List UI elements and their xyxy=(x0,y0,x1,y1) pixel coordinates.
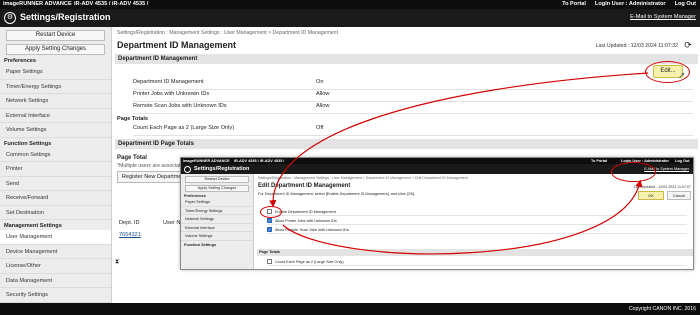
inset-last-updated: Last Updated : 12/03 2024 11:07:07 xyxy=(633,185,691,189)
page-total-label: Page Total xyxy=(117,155,147,161)
checkbox-checked-icon[interactable]: ✓ xyxy=(267,227,272,232)
inset-nav-item[interactable]: Volume Settings xyxy=(181,232,253,241)
note-text: *Multiple users are associated xyxy=(117,163,187,169)
inset-checkbox-row[interactable]: Enable Department ID Management xyxy=(267,208,687,216)
sidebar-item-security[interactable]: Security Settings xyxy=(0,288,111,303)
inset-sidebar: Restart Device Apply Setting Changes Pre… xyxy=(181,174,254,269)
inset-checkbox-label: Allow Printer Jobs with Unknown IDs xyxy=(275,218,337,223)
title-bar: ⚙ Settings/Registration E-Mail to System… xyxy=(0,9,700,27)
inset-checkbox-row[interactable]: ✓ Allow Remote Scan Jobs with Unknown ID… xyxy=(267,226,687,234)
inset-ok-button[interactable]: OK xyxy=(638,191,664,200)
login-user-label: Login User : Administrator xyxy=(594,1,666,7)
inset-title: Settings/Registration xyxy=(194,166,250,172)
setting-value: Off xyxy=(316,125,324,131)
setting-label: Department ID Management xyxy=(133,79,204,85)
sidebar-item-device-management[interactable]: Device Management xyxy=(0,245,111,259)
setting-row: Department ID Management On xyxy=(133,79,693,90)
to-portal-link[interactable]: To Portal xyxy=(562,0,586,9)
inset-checkbox-label: Enable Department ID Management xyxy=(275,209,336,214)
sidebar-item-license-other[interactable]: License/Other xyxy=(0,259,111,274)
inset-checkbox-label: Count Each Page as 2 (Large Size Only) xyxy=(275,259,344,264)
setting-label: Count Each Page as 2 (Large Size Only) xyxy=(133,125,235,131)
logout-link[interactable]: Log Out xyxy=(675,0,696,9)
sidebar-item-send[interactable]: Send xyxy=(0,177,111,191)
checkbox-checked-icon[interactable]: ✓ xyxy=(267,218,272,223)
inset-nav-item[interactable]: Timer/Energy Settings xyxy=(181,207,253,215)
refresh-icon[interactable]: ⟳ xyxy=(682,40,694,50)
section-header-dept-id: Department ID Management xyxy=(115,54,698,64)
device-label: iR-ADV 4535 / iR-ADV 4535 / xyxy=(74,1,149,7)
brand-label: imageRUNNER ADVANCE xyxy=(3,1,72,7)
inset-instruction: For Department ID Management, select [En… xyxy=(258,192,416,196)
setting-label: Printer Jobs with Unknown IDs xyxy=(133,91,210,97)
sidebar-item-external-interface[interactable]: External Interface xyxy=(0,109,111,123)
footer-copyright: Copyright CANON INC. 2016 xyxy=(0,303,700,315)
inset-breadcrumb: Settings/Registration : Management Setti… xyxy=(258,176,468,180)
email-system-manager-link[interactable]: E-Mail to System Manager xyxy=(630,14,696,20)
sidebar: Restart Device Apply Setting Changes Pre… xyxy=(0,27,112,303)
section-header-page-totals: Department ID Page Totals xyxy=(115,139,698,149)
annotation-circle-edit xyxy=(645,61,690,83)
setting-value: Allow xyxy=(316,103,330,109)
sidebar-item-data-management[interactable]: Data Management xyxy=(0,274,111,288)
sidebar-item-timer-energy[interactable]: Timer/Energy Settings xyxy=(0,80,111,94)
setting-row: Printer Jobs with Unknown IDs Allow xyxy=(133,91,693,102)
setting-row: Remote Scan Jobs with Unknown IDs Allow xyxy=(133,103,693,114)
last-updated: Last Updated : 12/03 2024 11:07:32 xyxy=(595,43,678,49)
inset-checkbox-row[interactable]: Count Each Page as 2 (Large Size Only) xyxy=(267,258,687,266)
inset-restart-button[interactable]: Restart Device xyxy=(185,176,249,183)
restart-device-button[interactable]: Restart Device xyxy=(6,30,105,41)
sidebar-item-volume[interactable]: Volume Settings xyxy=(0,123,111,138)
inset-heading: Edit Department ID Management xyxy=(258,183,351,189)
sidebar-section-function: Function Settings xyxy=(4,140,52,147)
inset-nav-item[interactable]: Network Settings xyxy=(181,215,253,224)
sidebar-item-set-destination[interactable]: Set Destination xyxy=(0,206,111,220)
sidebar-item-paper-settings[interactable]: Paper Settings xyxy=(0,65,111,80)
setting-value: On xyxy=(316,79,324,85)
annotation-circle-checkbox xyxy=(260,206,282,218)
setting-label: Remote Scan Jobs with Unknown IDs xyxy=(133,103,227,109)
page-section-title: Settings/Registration xyxy=(20,12,111,22)
inset-nav-item[interactable]: External Interface xyxy=(181,224,253,232)
checkbox-unchecked-icon[interactable] xyxy=(267,259,272,264)
page-title: Department ID Management xyxy=(117,40,237,50)
column-header-dept-id: Dept. ID xyxy=(119,220,140,226)
settings-logo-icon: ⚙ xyxy=(4,12,16,24)
annotation-circle-ok xyxy=(611,162,656,182)
first-page-icon[interactable]: ⧗ xyxy=(115,259,119,266)
sidebar-section-management: Management Settings xyxy=(4,223,62,229)
inset-logo-icon xyxy=(184,166,191,173)
sidebar-section-preferences: Preferences xyxy=(4,58,37,64)
breadcrumb: Settings/Registration : Management Setti… xyxy=(117,30,339,36)
dept-id-link[interactable]: 7654321 xyxy=(119,232,141,238)
sidebar-item-receive-forward[interactable]: Receive/Forward xyxy=(0,191,111,206)
inset-checkbox-row[interactable]: ✓ Allow Printer Jobs with Unknown IDs xyxy=(267,217,687,225)
inset-apply-button[interactable]: Apply Setting Changes xyxy=(185,185,249,192)
inset-function-heading: Function Settings xyxy=(184,242,217,247)
sidebar-item-user-management[interactable]: User Management xyxy=(0,230,111,245)
inset-main: Settings/Registration : Management Setti… xyxy=(255,174,693,269)
sidebar-item-common[interactable]: Common Settings xyxy=(0,148,111,162)
top-bar: imageRUNNER ADVANCE iR-ADV 4535 / iR-ADV… xyxy=(0,0,700,9)
inset-cancel-button[interactable]: Cancel xyxy=(667,191,691,200)
inset-page-totals-band: Page Totals xyxy=(257,249,693,256)
setting-row: Count Each Page as 2 (Large Size Only) O… xyxy=(133,125,693,136)
page-totals-heading: Page Totals xyxy=(117,116,148,122)
setting-value: Allow xyxy=(316,91,330,97)
sidebar-item-printer[interactable]: Printer xyxy=(0,162,111,177)
inset-checkbox-label: Allow Remote Scan Jobs with Unknown IDs xyxy=(275,227,349,232)
inset-nav-item[interactable]: Paper Settings xyxy=(181,198,253,207)
apply-setting-changes-button[interactable]: Apply Setting Changes xyxy=(6,44,105,55)
sidebar-item-network[interactable]: Network Settings xyxy=(0,94,111,109)
